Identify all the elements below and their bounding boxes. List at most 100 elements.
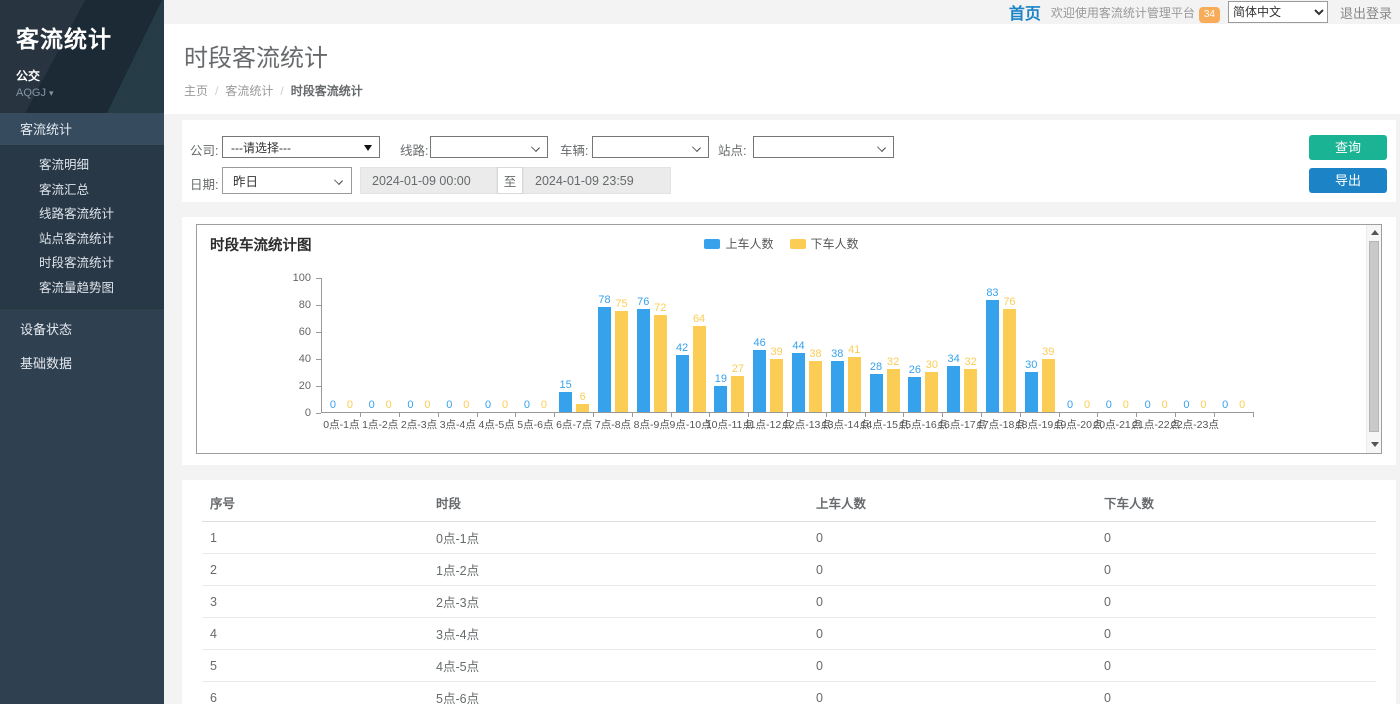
- bar-group: 000点-1点: [322, 277, 361, 412]
- bar-value-label: 32: [965, 357, 977, 368]
- table-header-cell: 上车人数: [808, 482, 1096, 522]
- date-preset-select[interactable]: 昨日: [222, 167, 352, 194]
- page-heading: 时段客流统计 主页/客流统计/时段客流统计: [164, 24, 1400, 114]
- sidebar-item-other-0[interactable]: 设备状态: [0, 313, 164, 347]
- vehicle-select[interactable]: [592, 136, 709, 158]
- chart-legend: 上车人数下车人数: [197, 235, 1366, 252]
- bar: [870, 374, 883, 412]
- bar-column: 76: [1003, 277, 1016, 412]
- bar-value-label: 0: [1239, 400, 1245, 411]
- bar-value-label: 15: [560, 380, 572, 391]
- scrollbar-up-arrow-icon[interactable]: [1371, 230, 1379, 235]
- bar-column: 27: [731, 277, 744, 412]
- table-cell: 0: [808, 682, 1096, 704]
- bar-value-label: 64: [693, 314, 705, 325]
- logout-link[interactable]: 退出登录: [1340, 3, 1392, 22]
- legend-item-0[interactable]: 上车人数: [704, 235, 773, 252]
- bar: [809, 361, 822, 412]
- breadcrumb-separator: /: [215, 84, 218, 98]
- bar-group: 0021点-22点: [1137, 277, 1176, 412]
- x-axis-label: 2点-3点: [401, 417, 437, 432]
- table-cell: 5: [202, 650, 428, 682]
- org-code-dropdown[interactable]: AQGJ▾: [16, 87, 164, 99]
- org-code-label: AQGJ: [16, 87, 46, 99]
- sidebar-item-passenger-stats[interactable]: 客流统计: [0, 113, 164, 146]
- scrollbar-down-arrow-icon[interactable]: [1371, 442, 1379, 447]
- legend-item-1[interactable]: 下车人数: [790, 235, 859, 252]
- bar-column: 0: [1236, 277, 1249, 412]
- bar-value-label: 0: [502, 400, 508, 411]
- bar-column: 0: [1064, 277, 1077, 412]
- bar: [925, 372, 938, 413]
- bar-group: 0019点-20点: [1059, 277, 1098, 412]
- company-select-value: ---请选择---: [231, 139, 291, 156]
- export-button[interactable]: 导出: [1309, 168, 1387, 193]
- bar-value-label: 32: [887, 357, 899, 368]
- chevron-down-icon: [692, 143, 701, 152]
- bar: [848, 357, 861, 412]
- home-link[interactable]: 首页: [1009, 0, 1041, 24]
- bar-value-label: 46: [754, 338, 766, 349]
- bar-column: 32: [964, 277, 977, 412]
- sidebar-subitem-0[interactable]: 客流明细: [0, 153, 164, 178]
- bar-value-label: 19: [715, 374, 727, 385]
- app-logo-title: 客流统计: [16, 20, 164, 54]
- sidebar-subitem-4[interactable]: 时段客流统计: [0, 251, 164, 276]
- bar-column: 44: [792, 277, 805, 412]
- bar-group: 001点-2点: [361, 277, 400, 412]
- scrollbar-thumb[interactable]: [1369, 241, 1379, 432]
- bar-column: 72: [654, 277, 667, 412]
- company-select[interactable]: ---请选择---: [222, 136, 380, 158]
- bar-column: 30: [925, 277, 938, 412]
- bar-value-label: 0: [524, 400, 530, 411]
- bar: [770, 359, 783, 412]
- station-select[interactable]: [753, 136, 894, 158]
- line-select[interactable]: [430, 136, 548, 158]
- vertical-scrollbar[interactable]: [1366, 225, 1381, 453]
- bar: [615, 311, 628, 412]
- table-cell: 4: [202, 618, 428, 650]
- notification-badge[interactable]: 34: [1199, 7, 1220, 23]
- bar-column: 0: [520, 277, 533, 412]
- query-button[interactable]: 查询: [1309, 135, 1387, 160]
- table-cell: 2点-3点: [428, 586, 808, 618]
- bar-column: 0: [1141, 277, 1154, 412]
- bar-column: 0: [404, 277, 417, 412]
- bar-group: 76728点-9点: [632, 277, 671, 412]
- table-cell: 0: [808, 586, 1096, 618]
- date-to-input[interactable]: 2024-01-09 23:59: [523, 167, 671, 194]
- date-from-input[interactable]: 2024-01-09 00:00: [360, 167, 497, 194]
- bar-value-label: 0: [424, 400, 430, 411]
- sidebar-subitem-2[interactable]: 线路客流统计: [0, 202, 164, 227]
- bar-column: 26: [908, 277, 921, 412]
- bar-column: 0: [443, 277, 456, 412]
- main-area: 首页 欢迎使用客流统计管理平台 34 简体中文 退出登录 时段客流统计 主页 / 客…: [164, 0, 1400, 704]
- breadcrumb: 主页/客流统计/时段客流统计: [184, 82, 1380, 99]
- line-label: 线路:: [400, 140, 428, 159]
- table-body: 10点-1点0021点-2点0032点-3点0043点-4点0054点-5点00…: [202, 522, 1376, 704]
- sidebar-subitem-5[interactable]: 客流量趋势图: [0, 276, 164, 301]
- bar-value-label: 0: [1145, 400, 1151, 411]
- bar-column: 0: [1119, 277, 1132, 412]
- bar-column: 83: [986, 277, 999, 412]
- bar-column: 28: [870, 277, 883, 412]
- bar-value-label: 0: [463, 400, 469, 411]
- y-axis-tick: [316, 413, 321, 414]
- x-axis-tick: [1253, 412, 1254, 417]
- sidebar-subitem-1[interactable]: 客流汇总: [0, 178, 164, 203]
- bar-group: 1566点-7点: [555, 277, 594, 412]
- table-cell: 4点-5点: [428, 650, 808, 682]
- table-cell: 0: [1096, 522, 1376, 554]
- bar: [576, 404, 589, 412]
- topbar: 首页 欢迎使用客流统计管理平台 34 简体中文 退出登录: [164, 0, 1400, 24]
- breadcrumb-item-1[interactable]: 客流统计: [225, 84, 273, 98]
- breadcrumb-item-0[interactable]: 主页: [184, 84, 208, 98]
- y-axis-tick: [316, 332, 321, 333]
- y-axis-label: 80: [281, 299, 311, 311]
- table-cell: 3点-4点: [428, 618, 808, 650]
- y-axis-tick: [316, 359, 321, 360]
- sidebar-subitem-3[interactable]: 站点客流统计: [0, 227, 164, 252]
- language-select[interactable]: 简体中文: [1228, 1, 1328, 23]
- page-title: 时段客流统计: [184, 38, 1380, 73]
- sidebar-item-other-1[interactable]: 基础数据: [0, 347, 164, 381]
